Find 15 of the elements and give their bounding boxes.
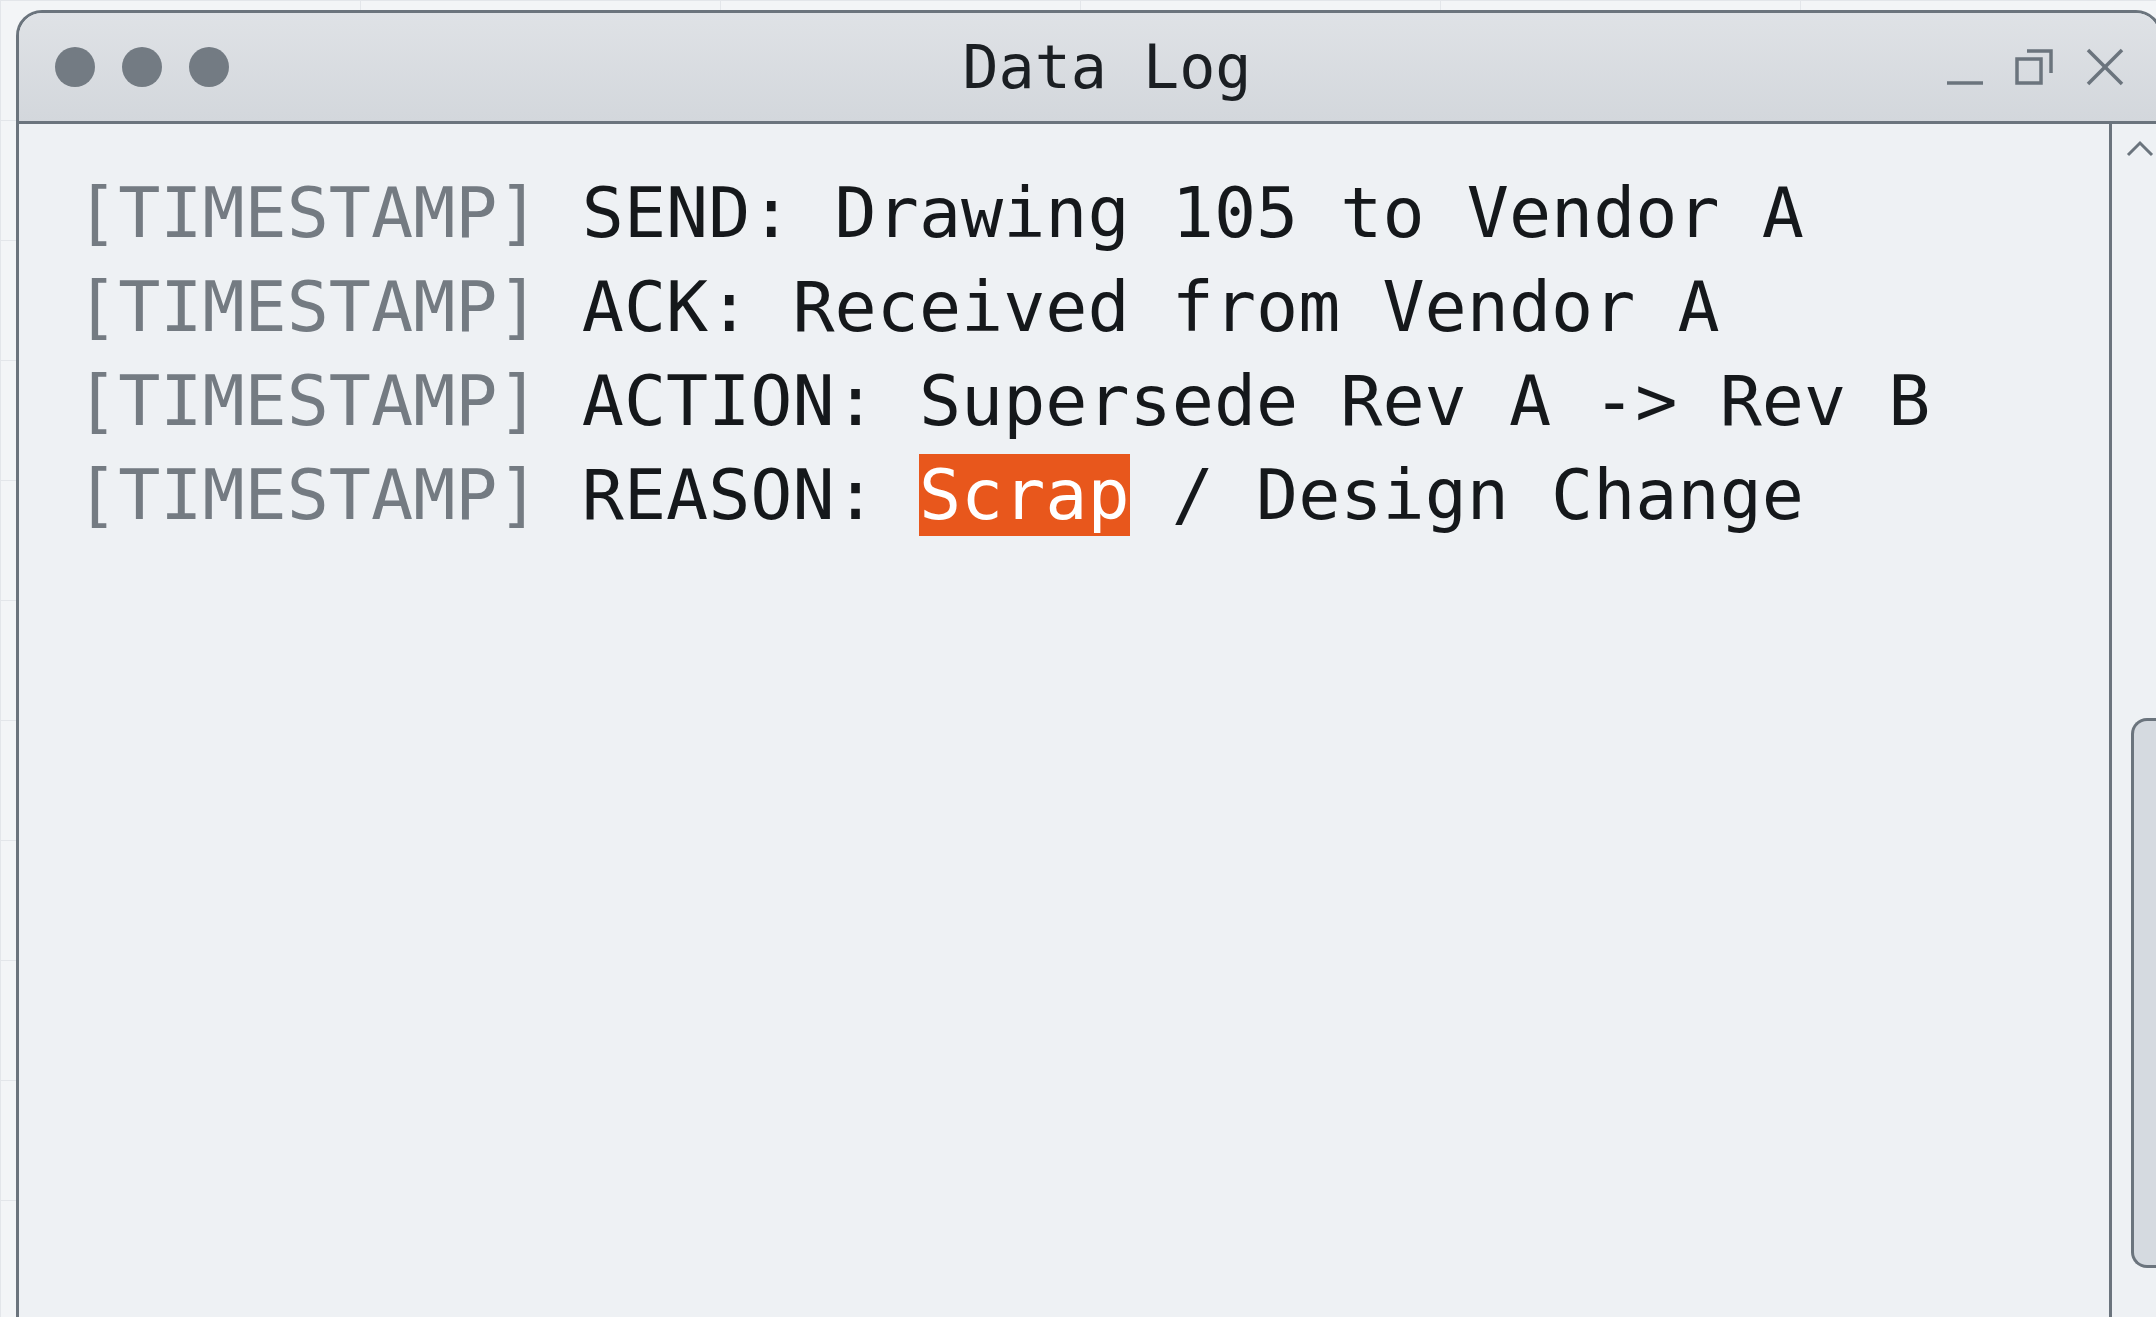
window-dot[interactable] [122, 47, 162, 87]
log-message: ACK: Received from Vendor A [581, 266, 1720, 348]
log-timestamp: [TIMESTAMP] [76, 454, 540, 536]
window-dot[interactable] [55, 47, 95, 87]
scroll-thumb[interactable] [2131, 718, 2156, 1268]
log-message: REASON: Scrap / Design Change [581, 454, 1804, 536]
window-dot[interactable] [189, 47, 229, 87]
scrollbar[interactable] [2109, 124, 2156, 1317]
log-message: SEND: Drawing 105 to Vendor A [581, 172, 1804, 254]
log-timestamp: [TIMESTAMP] [76, 360, 540, 442]
window-title: Data Log [962, 32, 1252, 102]
log-timestamp: [TIMESTAMP] [76, 172, 540, 254]
log-timestamp: [TIMESTAMP] [76, 266, 540, 348]
scroll-up-icon[interactable] [2125, 138, 2155, 158]
log-message: ACTION: Supersede Rev A -> Rev B [581, 360, 1931, 442]
